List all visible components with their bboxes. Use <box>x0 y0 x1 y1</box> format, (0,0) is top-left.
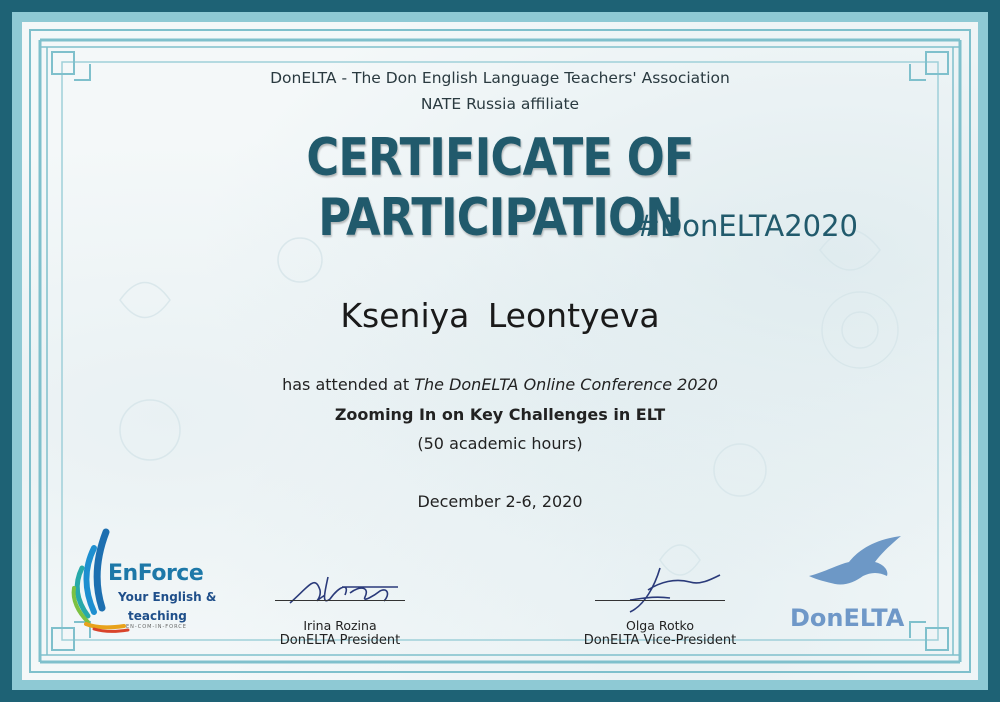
event-name: The DonELTA Online Conference 2020 <box>414 375 718 394</box>
enforce-logo-tagline: EN-COM-IN-FORCE <box>126 624 187 630</box>
signer-role: DonELTA President <box>279 633 401 648</box>
hashtag: #DonELTA2020 <box>635 209 858 243</box>
academic-hours: (50 academic hours) <box>417 434 583 453</box>
conference-topic: Zooming In on Key Challenges in ELT <box>334 405 666 424</box>
signature-line-1 <box>275 600 405 601</box>
attendance-line: has attended at The DonELTA Online Confe… <box>0 375 1000 394</box>
association-name: DonELTA - The Don English Language Teach… <box>270 69 730 87</box>
signer-name: Irina Rozina <box>303 618 377 633</box>
signature-olga-rotko <box>629 567 721 613</box>
donelta-bird-logo <box>809 536 901 585</box>
enforce-logo-title: EnForce <box>108 561 204 586</box>
donelta-logo-text: DonELTA <box>790 604 905 632</box>
affiliate-line: NATE Russia affiliate <box>420 95 580 113</box>
signature-line-2 <box>595 600 725 601</box>
signature-irina-rozina <box>289 576 398 604</box>
enforce-logo-line1: Your English & <box>118 590 217 604</box>
enforce-logo-line2: teaching <box>128 609 187 623</box>
attendance-prefix: has attended at <box>282 375 415 394</box>
signer-name: Olga Rotko <box>626 618 694 633</box>
signature-block-2: Olga Rotko DonELTA Vice-President <box>570 618 750 648</box>
recipient-name: Kseniya Leontyeva <box>340 296 660 335</box>
signer-role: DonELTA Vice-President <box>583 633 737 648</box>
signature-block-1: Irina Rozina DonELTA President <box>250 618 430 648</box>
event-dates: December 2-6, 2020 <box>417 492 583 511</box>
